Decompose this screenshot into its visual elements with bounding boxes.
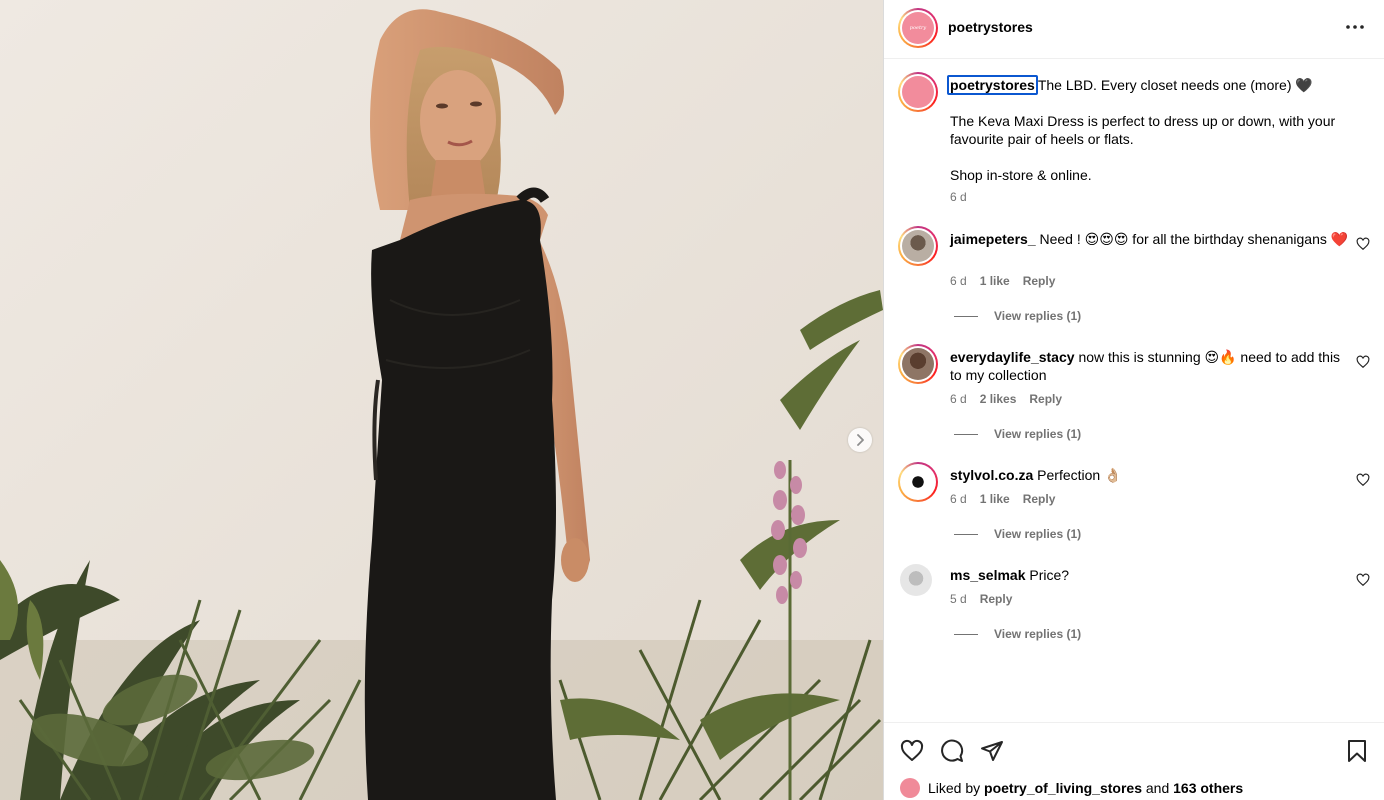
post-header: poetry poetrystores (884, 0, 1384, 59)
header-username[interactable]: poetrystores (948, 19, 1033, 35)
comment-body: Need ! 😍😍😍 for all the birthday shenanig… (1039, 231, 1349, 247)
reply-button[interactable]: Reply (1023, 274, 1056, 288)
comment-text: jaimepeters_ Need ! 😍😍😍 for all the birt… (950, 230, 1350, 248)
comment-username[interactable]: stylvol.co.za (950, 467, 1033, 483)
like-button[interactable] (899, 738, 925, 764)
photo-scene (0, 0, 883, 800)
caption-time: 6 d (950, 190, 967, 204)
caption-username[interactable]: poetrystores (947, 75, 1038, 95)
comment-text: stylvol.co.za Perfection 👌🏼 (950, 466, 1350, 484)
caption-shop-line: Shop in-store & online. (950, 167, 1092, 183)
instagram-post-viewer: poetry poetrystores poetrystores The LBD.… (0, 0, 1384, 800)
view-replies-button[interactable]: View replies (1) (954, 527, 1081, 541)
liked-by-and: and (1145, 780, 1170, 796)
post-side-panel: poetry poetrystores poetrystores The LBD.… (883, 0, 1384, 800)
comment-avatar[interactable] (900, 564, 932, 596)
liked-by-others[interactable]: 163 others (1173, 780, 1243, 796)
heart-icon[interactable] (1356, 473, 1370, 487)
comment-username[interactable]: ms_selmak (950, 567, 1026, 583)
caption-first-line: poetrystores The LBD. Every closet needs … (947, 75, 1350, 95)
comment-username[interactable]: jaimepeters_ (950, 231, 1036, 247)
liked-by-avatar (900, 778, 920, 798)
comment-avatar[interactable] (898, 462, 938, 502)
caption-headline: The LBD. Every closet needs one (more) 🖤 (1037, 77, 1313, 93)
more-horizontal-icon (1346, 25, 1364, 29)
comment-text: everydaylife_stacy now this is stunning … (950, 348, 1350, 384)
bookmark-icon (1348, 740, 1366, 762)
heart-icon[interactable] (1356, 355, 1370, 369)
post-photo (0, 0, 883, 800)
comment-likes[interactable]: 2 likes (980, 392, 1017, 406)
share-button[interactable] (979, 738, 1005, 764)
comment-username[interactable]: everydaylife_stacy (950, 349, 1075, 365)
view-replies-button[interactable]: View replies (1) (954, 627, 1081, 641)
caption-meta: 6 d (950, 190, 967, 204)
comment-body: Perfection 👌🏼 (1037, 467, 1122, 483)
comment-meta: 6 d 1 like Reply (950, 492, 1055, 506)
view-replies-label: View replies (1) (994, 627, 1082, 641)
comment-icon (941, 739, 964, 762)
heart-icon[interactable] (1356, 237, 1370, 251)
caption-paragraph: The Keva Maxi Dress is perfect to dress … (950, 113, 1336, 147)
share-icon (981, 741, 1003, 761)
post-actions: Liked by poetry_of_living_stores and 163… (884, 722, 1384, 800)
comment-likes[interactable]: 1 like (980, 274, 1010, 288)
comment-meta: 6 d 2 likes Reply (950, 392, 1062, 406)
comment-avatar[interactable] (898, 344, 938, 384)
comment-meta: 5 d Reply (950, 592, 1012, 606)
comment-button[interactable] (939, 738, 965, 764)
comment-time: 5 d (950, 592, 967, 606)
liked-by: Liked by poetry_of_living_stores and 163… (900, 778, 1243, 798)
comment-body: Price? (1029, 567, 1070, 583)
comment-text: ms_selmak Price? (950, 566, 1350, 584)
liked-by-user[interactable]: poetry_of_living_stores (984, 780, 1142, 796)
comments-list: poetrystores The LBD. Every closet needs … (884, 60, 1384, 722)
view-replies-label: View replies (1) (994, 527, 1082, 541)
comment-likes[interactable]: 1 like (980, 492, 1010, 506)
liked-by-prefix: Liked by (928, 780, 981, 796)
comment-avatar[interactable] (898, 226, 938, 266)
heart-icon[interactable] (1356, 573, 1370, 587)
comment-time: 6 d (950, 492, 967, 506)
reply-button[interactable]: Reply (980, 592, 1013, 606)
next-photo-button[interactable] (848, 428, 872, 452)
more-options-button[interactable] (1339, 17, 1371, 37)
view-replies-label: View replies (1) (994, 427, 1082, 441)
comment-meta: 6 d 1 like Reply (950, 274, 1055, 288)
view-replies-label: View replies (1) (994, 309, 1082, 323)
reply-button[interactable]: Reply (1023, 492, 1056, 506)
header-avatar[interactable]: poetry (898, 8, 938, 48)
heart-icon (900, 739, 924, 761)
comment-time: 6 d (950, 274, 967, 288)
save-button[interactable] (1344, 738, 1370, 764)
comment-time: 6 d (950, 392, 967, 406)
chevron-right-icon (857, 434, 864, 446)
view-replies-button[interactable]: View replies (1) (954, 427, 1081, 441)
view-replies-button[interactable]: View replies (1) (954, 309, 1081, 323)
caption-avatar[interactable] (898, 72, 938, 112)
brand-logo-text: poetry (909, 25, 927, 31)
reply-button[interactable]: Reply (1029, 392, 1062, 406)
